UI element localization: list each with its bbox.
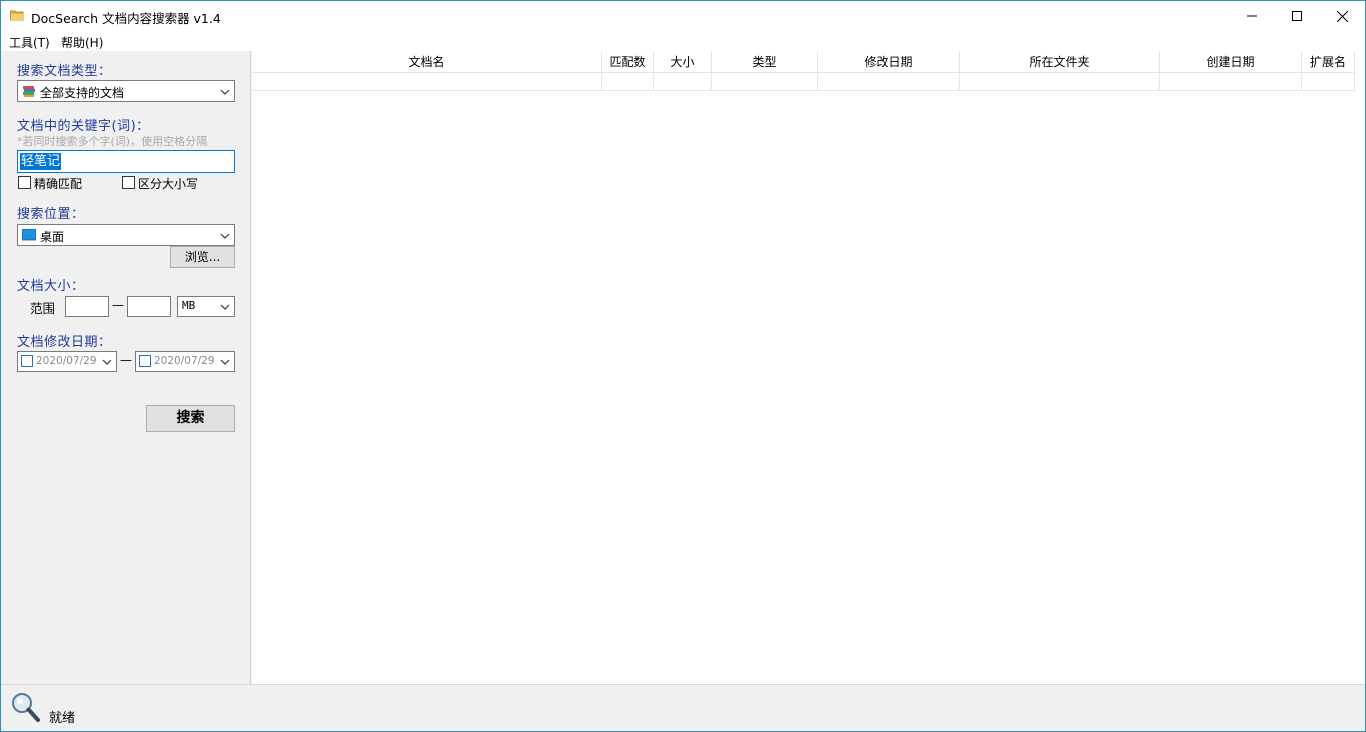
menu-help[interactable]: 帮助(H): [61, 34, 103, 51]
case-sensitive-label: 区分大小写: [138, 177, 199, 191]
column-header-type[interactable]: 类型: [712, 51, 818, 73]
status-text: 就绪: [49, 711, 76, 726]
close-icon: [1336, 10, 1348, 22]
minimize-button[interactable]: [1229, 1, 1275, 31]
search-panel: 搜索文档类型： 全部支持的文档 文档中的关键字(词)： *若同时搜索多个字(词)…: [1, 51, 251, 684]
date-separator: —: [120, 353, 132, 367]
chevron-down-icon: [220, 86, 230, 100]
column-header-name[interactable]: 文档名: [252, 51, 602, 73]
size-separator: —: [112, 298, 124, 312]
modified-to-value: 2020/07/29: [154, 355, 215, 367]
location-value: 桌面: [40, 230, 65, 244]
location-label: 搜索位置：: [17, 207, 85, 222]
column-header-extension[interactable]: 扩展名: [1302, 51, 1355, 73]
table-cell: [818, 73, 960, 91]
folder-app-icon: [9, 9, 24, 21]
results-header: 文档名 匹配数 大小 类型 修改日期 所在文件夹 创建日期 扩展名: [252, 51, 1355, 73]
search-type-select[interactable]: 全部支持的文档: [17, 80, 235, 102]
chevron-down-icon: [102, 356, 112, 370]
browse-button[interactable]: 浏览...: [170, 246, 235, 268]
maximize-button[interactable]: [1274, 1, 1320, 31]
table-cell: [252, 73, 602, 91]
minimize-icon: [1247, 15, 1257, 17]
case-sensitive-checkbox[interactable]: [122, 176, 135, 189]
desktop-icon: [21, 228, 37, 244]
modified-from-checkbox[interactable]: [21, 355, 33, 367]
size-min-input[interactable]: [65, 296, 109, 317]
size-range-label: 范围: [30, 301, 56, 316]
chevron-down-icon: [220, 230, 230, 244]
modified-from-date-picker[interactable]: 2020/07/29: [17, 351, 117, 372]
column-header-matches[interactable]: 匹配数: [602, 51, 654, 73]
table-cell: [712, 73, 818, 91]
table-cell: [654, 73, 712, 91]
table-cell: [1302, 73, 1355, 91]
modified-to-date-picker[interactable]: 2020/07/29: [135, 351, 235, 372]
menu-tools[interactable]: 工具(T): [9, 34, 50, 51]
size-unit-value: MB: [182, 299, 196, 312]
size-max-input[interactable]: [127, 296, 171, 317]
search-button[interactable]: 搜索: [146, 405, 235, 432]
main-window: DocSearch 文档内容搜索器 v1.4 工具(T) 帮助(H) 搜索文档类…: [0, 0, 1366, 732]
maximize-icon: [1292, 11, 1302, 21]
keywords-hint: *若同时搜索多个字(词)，使用空格分隔: [17, 135, 208, 148]
status-bar: 就绪: [1, 684, 1365, 731]
table-row[interactable]: [252, 73, 1355, 91]
column-header-folder[interactable]: 所在文件夹: [960, 51, 1160, 73]
modified-to-checkbox[interactable]: [139, 355, 151, 367]
window-title: DocSearch 文档内容搜索器 v1.4: [31, 11, 221, 26]
magnifier-icon: [10, 691, 40, 726]
size-unit-select[interactable]: MB: [177, 296, 235, 317]
location-select[interactable]: 桌面: [17, 224, 235, 246]
keywords-label: 文档中的关键字(词)：: [17, 119, 150, 134]
search-type-value: 全部支持的文档: [40, 86, 125, 100]
chevron-down-icon: [220, 301, 230, 315]
table-cell: [602, 73, 654, 91]
chevron-down-icon: [220, 356, 230, 370]
table-cell: [960, 73, 1160, 91]
keywords-value: 轻笔记: [20, 153, 62, 170]
column-header-modified[interactable]: 修改日期: [818, 51, 960, 73]
modified-from-value: 2020/07/29: [36, 355, 97, 367]
menu-bar: 工具(T) 帮助(H): [1, 31, 1365, 51]
table-cell: [1160, 73, 1302, 91]
search-type-label: 搜索文档类型：: [17, 64, 112, 79]
modified-date-label: 文档修改日期：: [17, 335, 112, 350]
exact-match-label: 精确匹配: [34, 177, 83, 191]
results-list[interactable]: 文档名 匹配数 大小 类型 修改日期 所在文件夹 创建日期 扩展名: [252, 51, 1365, 684]
books-icon: [22, 84, 36, 101]
size-label: 文档大小：: [17, 279, 85, 294]
close-button[interactable]: [1319, 1, 1365, 31]
column-header-size[interactable]: 大小: [654, 51, 712, 73]
title-bar: DocSearch 文档内容搜索器 v1.4: [1, 1, 1365, 31]
exact-match-checkbox[interactable]: [18, 176, 31, 189]
keywords-input[interactable]: 轻笔记: [17, 150, 235, 173]
column-header-created[interactable]: 创建日期: [1160, 51, 1302, 73]
